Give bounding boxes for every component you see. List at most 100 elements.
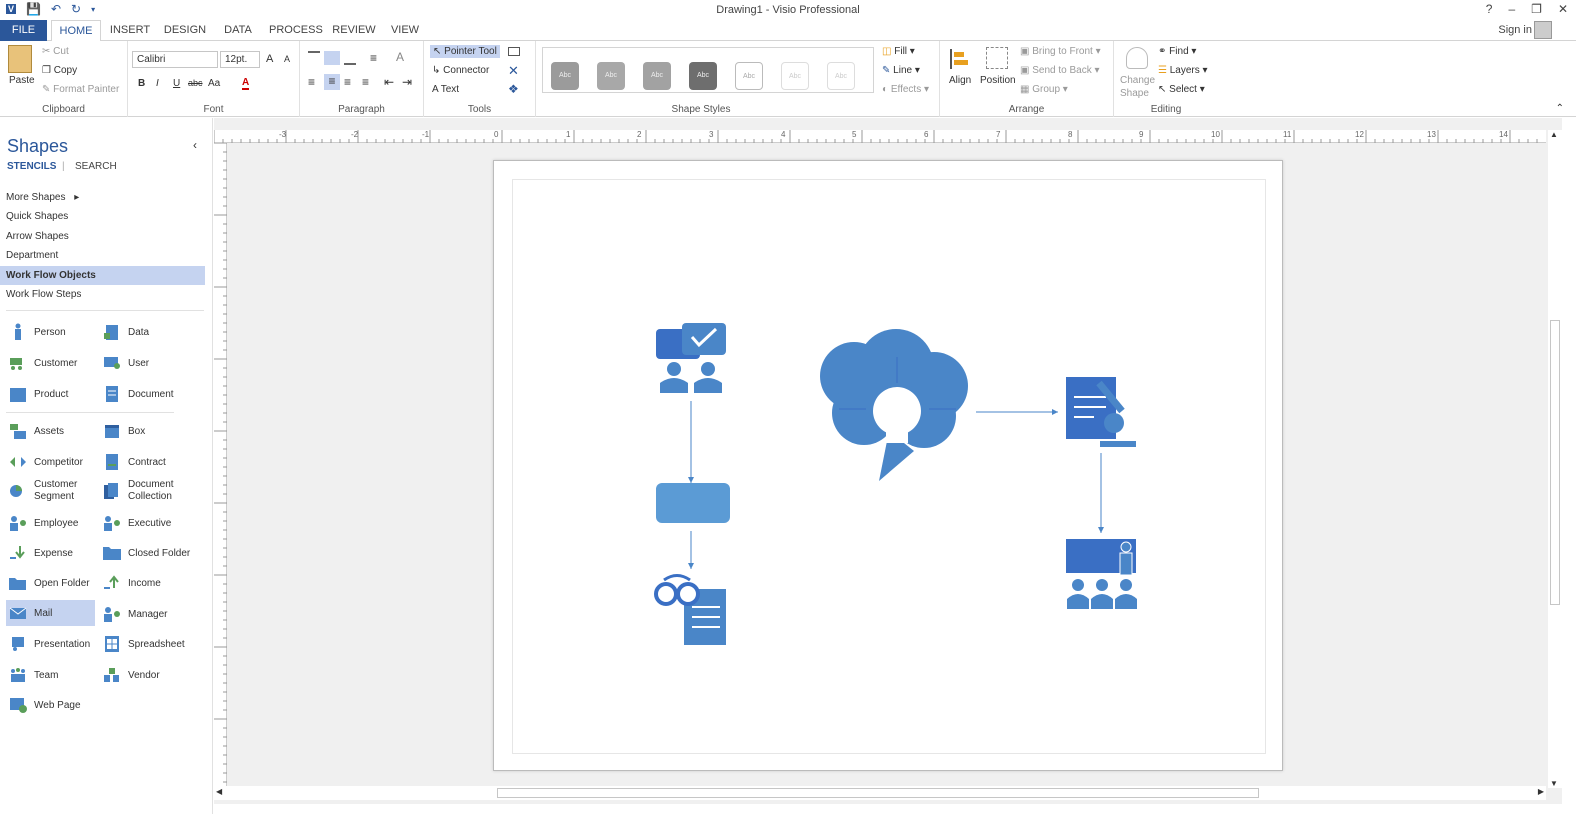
fill-button[interactable]: ◫ Fill ▾ [882,46,915,57]
align-left-icon[interactable]: ≡ [308,75,315,89]
stencil-web-page[interactable]: Web Page [8,696,81,714]
underline-button[interactable]: U [173,78,180,89]
justify-icon[interactable]: ≡ [362,75,369,89]
paste-icon[interactable] [8,45,32,73]
tab-stencils[interactable]: STENCILS [7,161,56,172]
close-button[interactable]: ✕ [1558,2,1568,16]
nav-work-flow-steps[interactable]: Work Flow Steps [6,289,81,300]
shrink-font-button[interactable]: A [284,54,290,64]
training-presentation-shape[interactable] [1066,539,1137,609]
scroll-up-icon[interactable]: ▲ [1550,130,1558,139]
tab-insert[interactable]: INSERT [107,20,153,41]
drawing-page[interactable] [493,160,1283,771]
group-button[interactable]: ▦ Group ▾ [1020,84,1068,95]
review-document-shape[interactable] [654,574,726,646]
nav-department[interactable]: Department [6,250,58,261]
stencil-person[interactable]: Person [8,323,66,341]
change-shape-button[interactable]: Change [1120,75,1155,86]
tab-file[interactable]: FILE [0,20,47,41]
bullets-icon[interactable]: ≡ [370,51,377,65]
style-swatch[interactable]: Abc [689,62,717,90]
stencil-document-collection[interactable]: Document Collection [102,479,183,503]
sign-in-link[interactable]: Sign in [1498,24,1532,36]
style-swatch[interactable]: Abc [827,62,855,90]
align-top-icon[interactable] [308,51,320,61]
tab-search[interactable]: SEARCH [75,161,117,172]
stencil-assets[interactable]: Assets [8,422,64,440]
stencil-income[interactable]: Income [102,574,161,592]
format-painter-button[interactable]: ✎ Format Painter [42,84,119,95]
font-size-select[interactable]: 12pt. [220,51,260,68]
change-case-button[interactable]: Aa [208,78,220,89]
tab-process[interactable]: PROCESS [269,20,323,41]
process-shape[interactable] [656,483,730,523]
stencil-expense[interactable]: Expense [8,544,73,562]
avatar[interactable] [1534,21,1552,39]
align-right-icon[interactable]: ≡ [344,75,351,89]
stencil-employee[interactable]: Employee [8,514,78,532]
stencil-vendor[interactable]: Vendor [102,666,160,684]
help-button[interactable]: ? [1486,2,1493,16]
scrollbar-thumb[interactable] [1550,320,1560,605]
scroll-left-icon[interactable]: ◀ [216,787,222,796]
font-color-button[interactable]: A [242,77,250,90]
stencil-contract[interactable]: Contract [102,453,166,471]
select-button[interactable]: ↖ Select ▾ [1158,84,1205,95]
stencil-closed-folder[interactable]: Closed Folder [102,544,190,562]
find-button[interactable]: ⚭ Find ▾ [1158,46,1196,57]
vertical-scrollbar[interactable]: ▲ ▼ [1548,130,1562,788]
delete-connector-icon[interactable]: ✕ [508,63,519,79]
tab-review[interactable]: REVIEW [332,20,376,41]
nav-more-shapes[interactable]: More Shapes ▸ [6,192,79,203]
style-swatch[interactable]: Abc [735,62,763,90]
tab-home[interactable]: HOME [51,20,101,42]
stencil-team[interactable]: Team [8,666,58,684]
stencil-presentation[interactable]: Presentation [8,635,90,653]
strikethrough-button[interactable]: abc [188,78,203,88]
line-button[interactable]: ✎ Line ▾ [882,65,920,76]
horizontal-scrollbar[interactable]: ◀ ▶ [214,786,1546,800]
copy-button[interactable]: ❐ Copy [42,65,77,76]
stencil-manager[interactable]: Manager [102,605,167,623]
stencil-box[interactable]: Box [102,422,145,440]
meeting-shape[interactable] [656,323,726,393]
style-swatch[interactable]: Abc [781,62,809,90]
bold-button[interactable]: B [138,78,145,89]
align-center-icon[interactable]: ≡ [324,74,340,90]
font-name-select[interactable]: Calibri [132,51,218,68]
collapse-ribbon-icon[interactable]: ⌃ [1556,103,1564,114]
collapse-pane-icon[interactable]: ‹ [193,138,197,152]
align-button[interactable]: Align [949,75,971,86]
decrease-indent-icon[interactable]: ⇤ [384,75,394,89]
send-to-back-button[interactable]: ▣ Send to Back ▾ [1020,65,1100,76]
align-middle-icon[interactable] [324,51,340,65]
research-document-shape[interactable] [1066,377,1136,447]
nav-quick-shapes[interactable]: Quick Shapes [6,211,68,222]
stencil-competitor[interactable]: Competitor [8,453,83,471]
style-swatch[interactable]: Abc [643,62,671,90]
stencil-data[interactable]: Data [102,323,149,341]
rectangle-tool-icon[interactable] [508,47,520,56]
text-direction-icon[interactable]: A [396,50,404,64]
stencil-mail[interactable]: Mail [6,600,95,626]
tab-data[interactable]: DATA [220,20,256,41]
text-tool-button[interactable]: A Text [432,84,459,95]
scroll-right-icon[interactable]: ▶ [1538,787,1544,796]
paste-button[interactable]: Paste [9,75,35,86]
crop-tool-icon[interactable]: ❖ [508,82,519,96]
stencil-spreadsheet[interactable]: Spreadsheet [102,635,185,653]
stencil-executive[interactable]: Executive [102,514,171,532]
scroll-down-icon[interactable]: ▼ [1550,779,1558,788]
stencil-document[interactable]: Document [102,385,174,403]
stencil-customer-segment[interactable]: Customer Segment [8,479,84,503]
scrollbar-thumb-h[interactable] [497,788,1259,798]
tab-view[interactable]: VIEW [388,20,422,41]
increase-indent-icon[interactable]: ⇥ [402,75,412,89]
cut-button[interactable]: ✂ Cut [42,46,69,57]
effects-button[interactable]: ◐ Effects ▾ [882,84,929,95]
stencil-user[interactable]: User [102,354,149,372]
position-button[interactable]: Position [980,75,1016,86]
nav-arrow-shapes[interactable]: Arrow Shapes [6,231,69,242]
layers-button[interactable]: ☰ Layers ▾ [1158,65,1208,76]
grow-font-button[interactable]: A [266,53,273,65]
